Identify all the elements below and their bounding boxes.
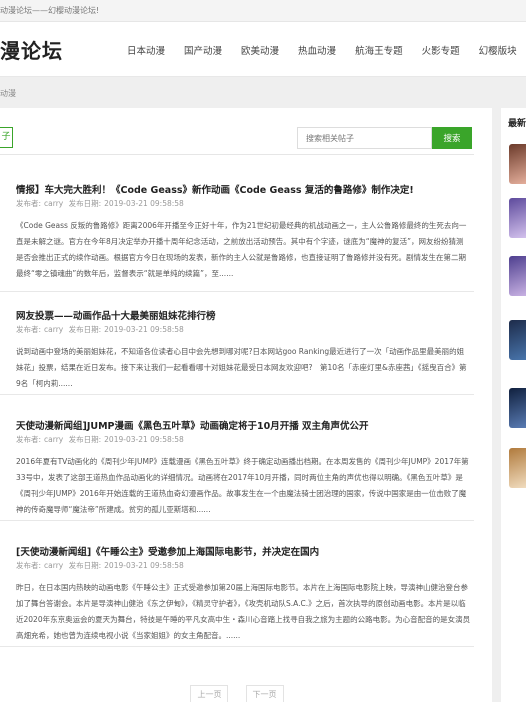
post-excerpt: 说到动画中登场的美丽姐妹花，不知道各位读者心目中会先想到哪对呢?日本网站goo … (16, 347, 467, 388)
date-label: 发布日期: (68, 561, 102, 570)
post-excerpt: 昨日，在日本国内热映的动画电影《午睡公主》正式受邀参加第20届上海国际电影节。本… (16, 583, 471, 640)
night-scene-icon[interactable] (509, 388, 526, 428)
dog-photo-icon[interactable] (509, 448, 526, 488)
site-header: 漫论坛 日本动漫 国产动漫 欧美动漫 热血动漫 航海王专题 火影专题 幻樱版块 (0, 22, 526, 77)
post-item: 天使动漫新闻组]JUMP漫画《黑色五叶草》动画确定将于10月开播 双主角声优公开… (0, 418, 474, 521)
post-item: 网友投票——动画作品十大最美丽姐妹花排行榜 发布者: carry 发布日期: 201… (0, 308, 474, 395)
top-bar: 动漫论坛——幻樱动漫论坛! (0, 0, 526, 22)
welcome-text: 动漫论坛——幻樱动漫论坛! (0, 6, 100, 15)
post-date: 2019-03-21 09:58:58 (104, 199, 184, 208)
author-label: 发布者: (16, 199, 42, 208)
post-author[interactable]: carry (44, 325, 63, 334)
date-label: 发布日期: (68, 199, 102, 208)
main-nav: 日本动漫 国产动漫 欧美动漫 热血动漫 航海王专题 火影专题 幻樱版块 (127, 43, 526, 57)
post-author[interactable]: carry (44, 435, 63, 444)
divider (0, 154, 474, 155)
post-item: 情报】车大完大胜利！《Code Geass》新作动画《Code Geass 复活… (0, 182, 474, 292)
anime-avatar-icon[interactable] (509, 198, 526, 238)
nav-item-action-anime[interactable]: 热血动漫 (298, 43, 336, 57)
post-title[interactable]: [天使动漫新闻组]《午睡公主》受邀参加上海国际电影节，并决定在国内 (16, 544, 468, 558)
nav-item-western-anime[interactable]: 欧美动漫 (241, 43, 279, 57)
nav-item-japan-anime[interactable]: 日本动漫 (127, 43, 165, 57)
author-label: 发布者: (16, 561, 42, 570)
post-meta: 发布者: carry 发布日期: 2019-03-21 09:58:58 (16, 198, 187, 209)
post-date: 2019-03-21 09:58:58 (104, 561, 184, 570)
site-logo[interactable]: 漫论坛 (0, 35, 63, 64)
nav-item-china-anime[interactable]: 国产动漫 (184, 43, 222, 57)
post-tab[interactable]: 子 (0, 127, 13, 148)
post-date: 2019-03-21 09:58:58 (104, 435, 184, 444)
search-button[interactable]: 搜索 (432, 127, 472, 149)
author-label: 发布者: (16, 435, 42, 444)
post-title[interactable]: 天使动漫新闻组]JUMP漫画《黑色五叶草》动画确定将于10月开播 双主角声优公开 (16, 418, 468, 432)
next-page-button[interactable]: 下一页 (245, 685, 284, 702)
post-title[interactable]: 情报】车大完大胜利！《Code Geass》新作动画《Code Geass 复活… (16, 182, 468, 196)
date-label: 发布日期: (68, 325, 102, 334)
anime-avatar-icon[interactable] (509, 144, 526, 184)
post-item: [天使动漫新闻组]《午睡公主》受邀参加上海国际电影节，并决定在国内 发布者: ca… (0, 544, 474, 647)
post-meta: 发布者: carry 发布日期: 2019-03-21 09:58:58 (16, 560, 187, 571)
prev-page-button[interactable]: 上一页 (190, 685, 229, 702)
post-list-panel: 子 搜索 情报】车大完大胜利！《Code Geass》新作动画《Code Gea… (0, 108, 492, 702)
nav-item-huanying[interactable]: 幻樱版块 (479, 43, 517, 57)
nav-item-one-piece[interactable]: 航海王专题 (355, 43, 403, 57)
post-author[interactable]: carry (44, 561, 63, 570)
nav-item-naruto[interactable]: 火影专题 (422, 43, 460, 57)
post-date: 2019-03-21 09:58:58 (104, 325, 184, 334)
post-excerpt: 《Code Geass 反叛的鲁路修》距离2006年开播至今正好十年，作为21世… (16, 221, 467, 278)
author-label: 发布者: (16, 325, 42, 334)
post-meta: 发布者: carry 发布日期: 2019-03-21 09:58:58 (16, 324, 187, 335)
search-input[interactable] (297, 127, 432, 149)
post-author[interactable]: carry (44, 199, 63, 208)
anime-avatar-icon[interactable] (509, 256, 526, 296)
post-title[interactable]: 网友投票——动画作品十大最美丽姐妹花排行榜 (16, 308, 468, 322)
date-label: 发布日期: (68, 435, 102, 444)
sidebar-latest: 最新 (501, 108, 526, 702)
night-scene-icon[interactable] (509, 320, 526, 360)
breadcrumb-bar: 动漫 (0, 78, 526, 106)
sidebar-heading: 最新 (508, 119, 526, 129)
post-excerpt: 2016年夏有TV动画化的《周刊少年JUMP》连载漫画《黑色五叶草》终于确定动画… (16, 457, 469, 514)
breadcrumb[interactable]: 动漫 (0, 88, 16, 99)
post-meta: 发布者: carry 发布日期: 2019-03-21 09:58:58 (16, 434, 187, 445)
pagination: 上一页 下一页 (0, 682, 474, 702)
